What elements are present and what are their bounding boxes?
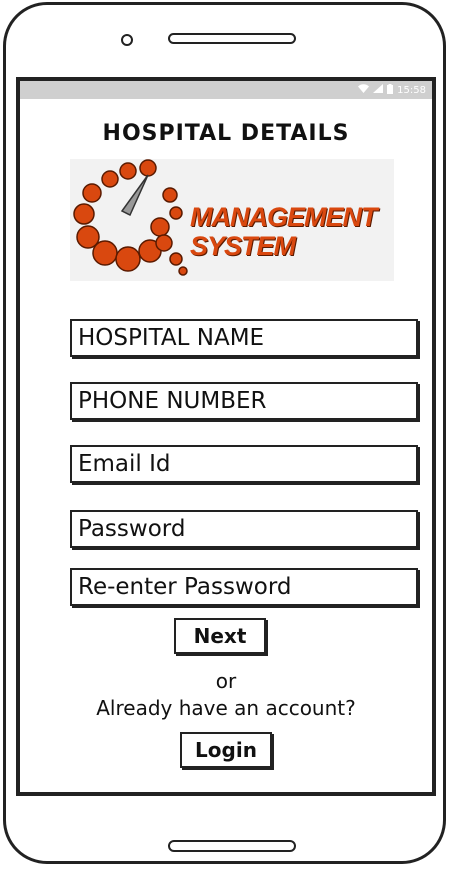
home-bar[interactable] (168, 840, 296, 852)
page-title: HOSPITAL DETAILS (102, 121, 350, 146)
account-prompt: Already have an account? (96, 696, 356, 720)
camera (121, 34, 133, 46)
password-field[interactable]: Password (70, 510, 418, 548)
status-time: 15:58 (397, 84, 426, 96)
logo-text: MANAGEMENT SYSTEM (190, 203, 377, 261)
reenter-password-field[interactable]: Re-enter Password (70, 568, 418, 606)
speaker (168, 33, 296, 44)
login-button[interactable]: Login (180, 732, 272, 768)
or-text: or (215, 669, 237, 693)
hospital-name-field[interactable]: HOSPITAL NAME (70, 319, 418, 357)
logo: MANAGEMENT SYSTEM (70, 159, 394, 281)
battery-icon (387, 83, 394, 97)
status-bar: 15:58 (20, 81, 432, 99)
next-button[interactable]: Next (174, 618, 266, 654)
wifi-icon (358, 84, 370, 96)
logo-line1: MANAGEMENT (190, 202, 377, 232)
signal-icon (373, 84, 384, 96)
email-field[interactable]: Email Id (70, 445, 418, 483)
logo-line2: SYSTEM (190, 231, 296, 261)
screen: 15:58 HOSPITAL DETAILS MANAGEMENT SYSTEM… (16, 77, 436, 796)
phone-number-field[interactable]: PHONE NUMBER (70, 382, 418, 420)
